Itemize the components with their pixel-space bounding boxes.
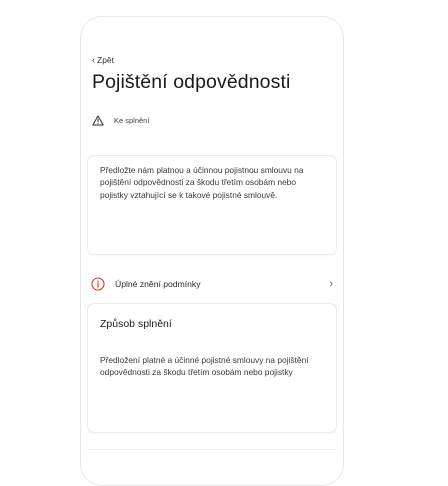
requirement-text: Předložte nám platnou a účinnou pojistno… xyxy=(100,165,304,200)
app-screen: ‹ Zpět Pojištění odpovědnosti Ke splnění… xyxy=(81,17,343,485)
full-terms-label: Úplné znění podmínky xyxy=(115,279,201,289)
fulfillment-heading: Způsob splnění xyxy=(100,318,172,330)
full-terms-link[interactable]: Úplné znění podmínky › xyxy=(91,274,333,294)
chevron-left-icon: ‹ xyxy=(92,54,95,65)
next-section-edge xyxy=(87,449,337,485)
chevron-right-icon: › xyxy=(329,277,333,290)
status-label: Ke splnění xyxy=(114,116,150,125)
back-button[interactable]: ‹ Zpět xyxy=(92,55,114,65)
page-title: Pojištění odpovědnosti xyxy=(92,71,291,93)
warning-triangle-icon xyxy=(92,115,104,126)
phone-frame: ‹ Zpět Pojištění odpovědnosti Ke splnění… xyxy=(80,16,344,486)
status-indicator: Ke splnění xyxy=(92,115,149,126)
requirement-card: Předložte nám platnou a účinnou pojistno… xyxy=(87,155,337,255)
back-label: Zpět xyxy=(97,55,115,65)
fulfillment-text: Předložení platné a účinné pojistné smlo… xyxy=(100,355,309,378)
info-circle-icon xyxy=(91,277,105,291)
fulfillment-card: Způsob splnění Předložení platné a účinn… xyxy=(87,303,337,433)
